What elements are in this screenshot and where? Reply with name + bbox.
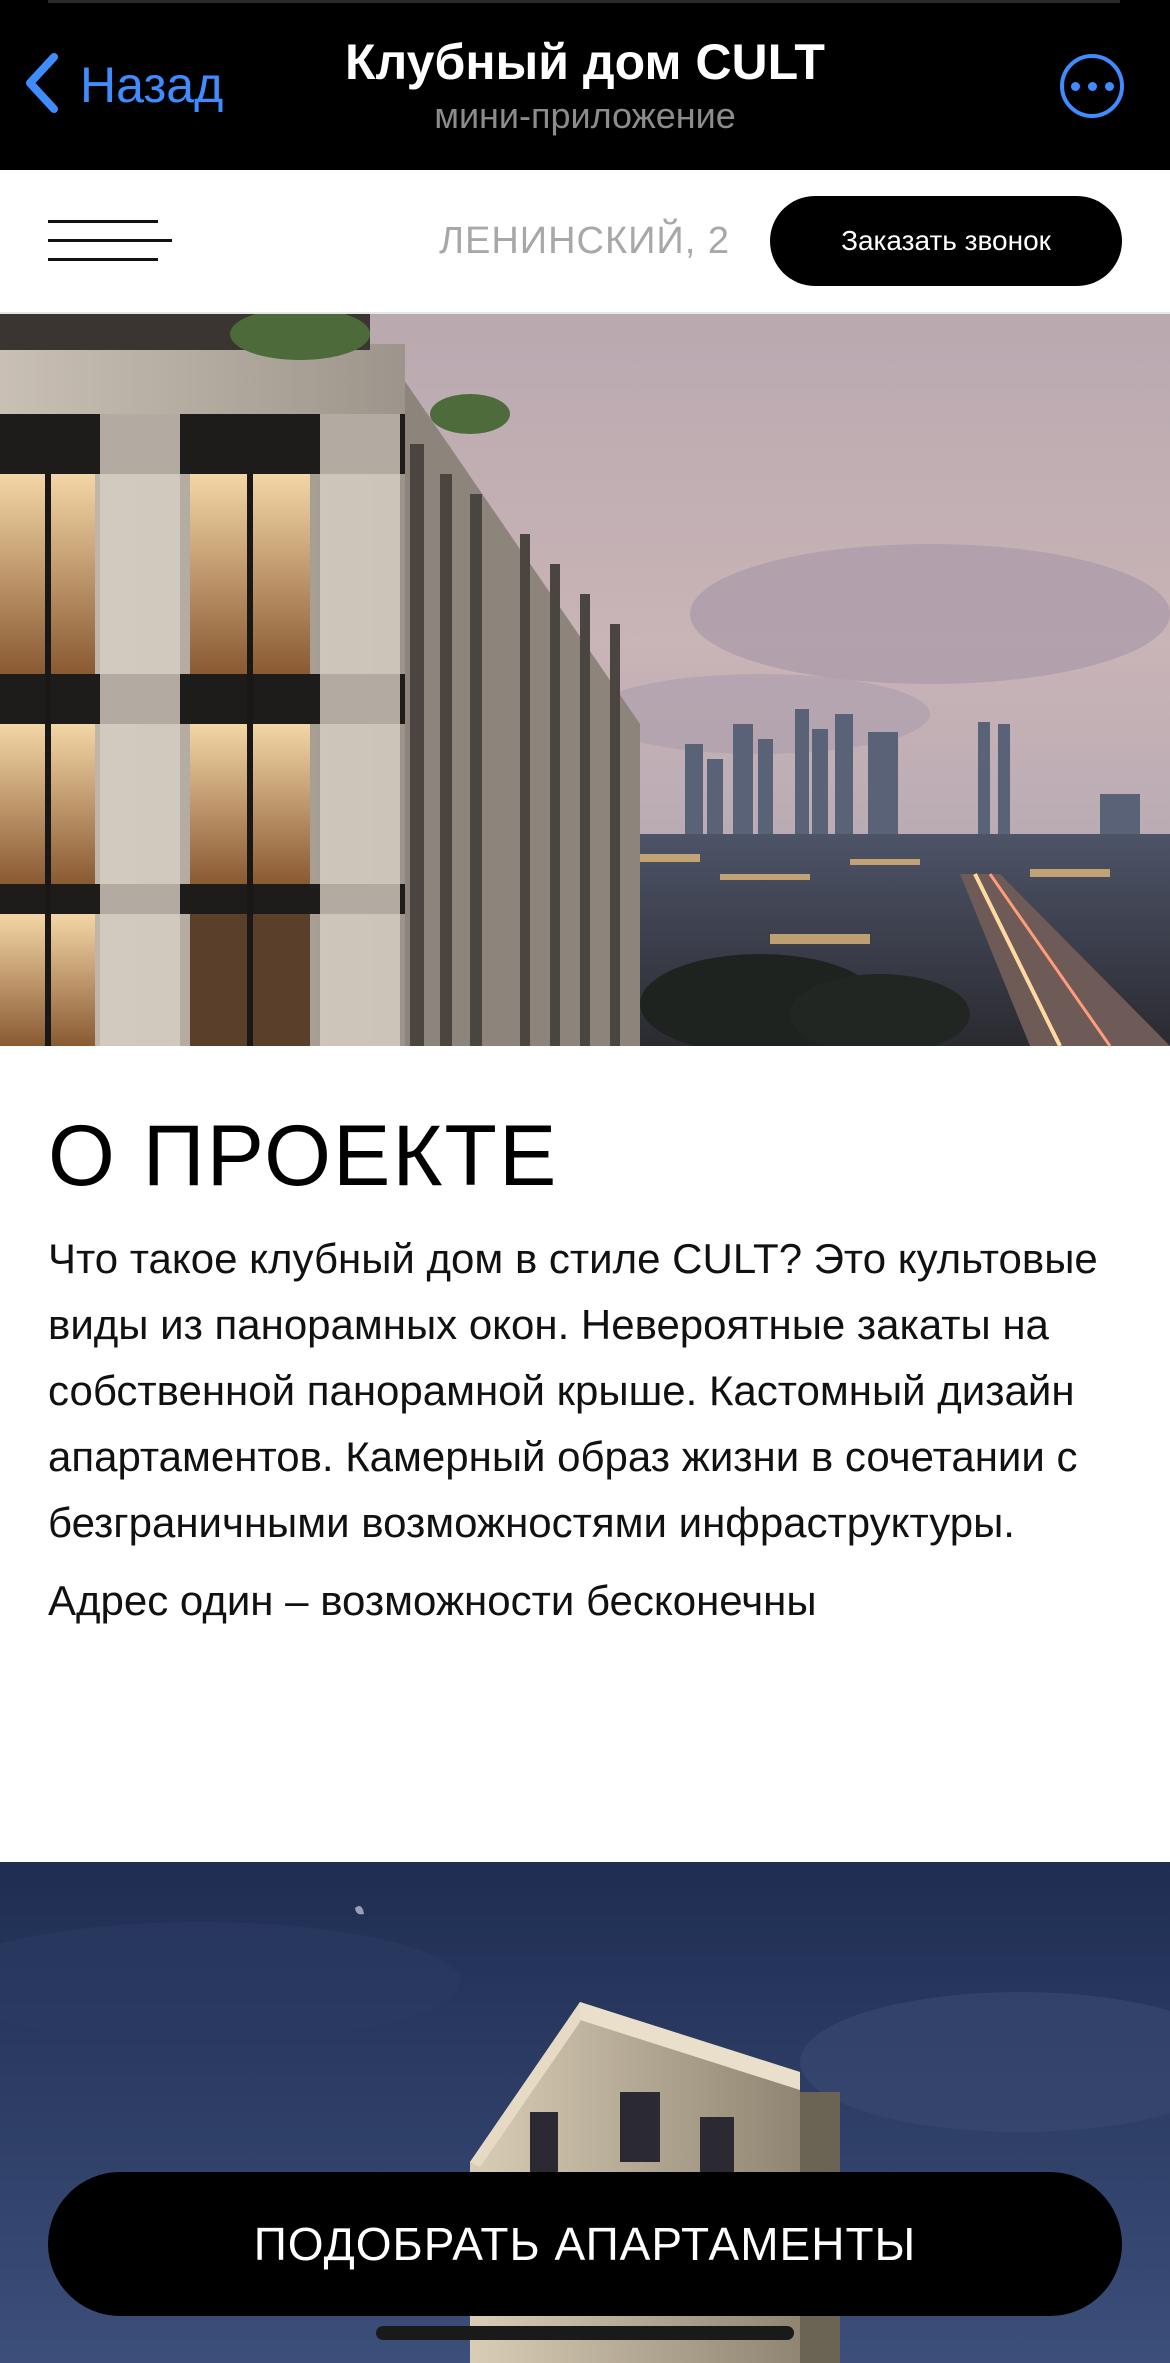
menu-icon[interactable]: [48, 218, 172, 266]
about-tagline: Адрес один – возможности бесконечны: [48, 1577, 817, 1624]
request-call-button[interactable]: Заказать звонок: [770, 196, 1122, 286]
project-address: ЛЕНИНСКИЙ, 2: [439, 220, 730, 262]
about-title: О ПРОЕКТЕ: [48, 1108, 559, 1204]
mini-app-header: Назад Клубный дом CULT мини-приложение: [0, 0, 1170, 170]
about-section: О ПРОЕКТЕ Что такое клубный дом в стиле …: [48, 1046, 1122, 1634]
site-header: ЛЕНИНСКИЙ, 2 Заказать звонок: [0, 170, 1170, 314]
app-subtitle: мини-приложение: [434, 95, 736, 136]
app-title: Клубный дом CULT: [345, 34, 825, 90]
more-options-button[interactable]: [1060, 54, 1124, 118]
header-divider: [48, 0, 1120, 3]
back-label: Назад: [80, 57, 224, 113]
back-button[interactable]: Назад: [22, 52, 223, 118]
more-dots-icon: [1070, 81, 1080, 91]
home-indicator: [376, 2326, 794, 2340]
select-apartments-button[interactable]: ПОДОБРАТЬ АПАРТАМЕНТЫ: [48, 2172, 1122, 2316]
hero-image: [0, 314, 1170, 1046]
about-description: Что такое клубный дом в стиле CULT? Это …: [48, 1235, 1098, 1546]
header-title-block: Клубный дом CULT мини-приложение: [260, 30, 910, 138]
chevron-left-icon: [22, 51, 62, 120]
